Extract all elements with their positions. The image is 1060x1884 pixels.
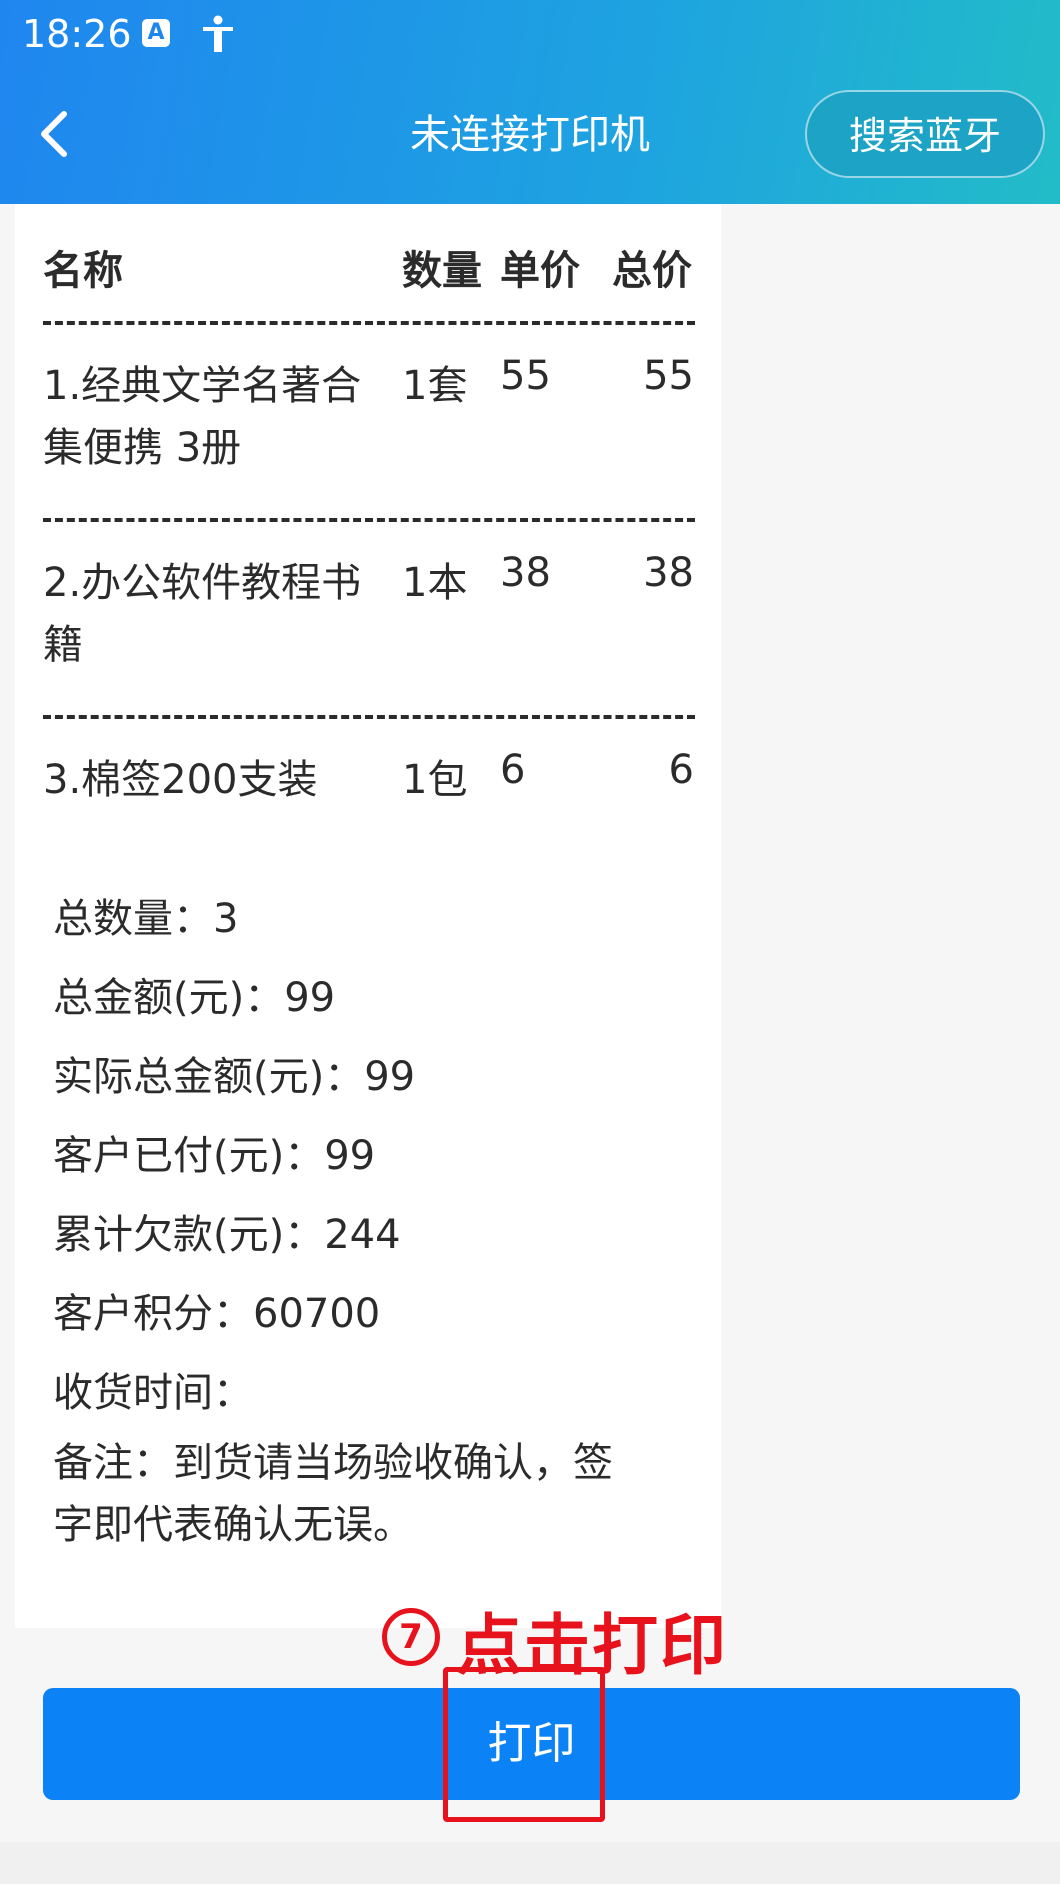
summary-paid: 客户已付(元)：99 [53,1133,376,1179]
row-name-line1: 3.棉签200支装 [43,757,318,803]
row-unit-price: 6 [500,747,526,793]
note-line1: 备注：到货请当场验收确认，签 [53,1440,613,1486]
text-icon: A [142,19,170,47]
row-qty: 1本 [402,560,468,606]
receipt-note: 备注：到货请当场验收确认，签 字即代表确认无误。 [53,1432,673,1556]
divider [43,321,695,325]
note-line2: 字即代表确认无误。 [53,1502,413,1548]
search-bluetooth-button[interactable]: 搜索蓝牙 [805,90,1045,178]
row-qty: 1套 [402,363,468,409]
row-unit-price: 55 [500,353,551,399]
column-header-name: 名称 [43,248,123,294]
divider [43,518,695,522]
summary-debt: 累计欠款(元)：244 [53,1212,401,1258]
column-header-unit-price: 单价 [500,248,580,294]
summary-delivery-time: 收货时间： [53,1370,253,1416]
row-name-line2: 集便携 3册 [43,425,242,471]
divider [43,715,695,719]
column-header-total-price: 总价 [612,248,692,294]
annotation-highlight-box [443,1667,605,1822]
row-name-line2: 籍 [43,622,83,668]
row-unit-price: 38 [500,550,551,596]
top-bar: 18:26 A 未连接打印机 搜索蓝牙 [0,0,1060,204]
row-name-line1: 2.办公软件教程书 [43,560,362,606]
row-total-price: 6 [668,747,694,793]
row-name-line1: 1.经典文学名著合 [43,363,362,409]
bottom-strip [0,1842,1060,1884]
step-number-badge: 7 [382,1608,440,1666]
summary-points: 客户积分：60700 [53,1291,381,1337]
accessibility-icon [203,15,233,52]
summary-actual-amount: 实际总金额(元)：99 [53,1054,416,1100]
column-header-qty: 数量 [402,248,482,294]
summary-total-qty: 总数量：3 [53,896,239,942]
row-total-price: 38 [643,550,694,596]
row-qty: 1包 [402,757,468,803]
row-total-price: 55 [643,353,694,399]
summary-total-amount: 总金额(元)：99 [53,975,336,1021]
status-time: 18:26 [22,12,132,56]
